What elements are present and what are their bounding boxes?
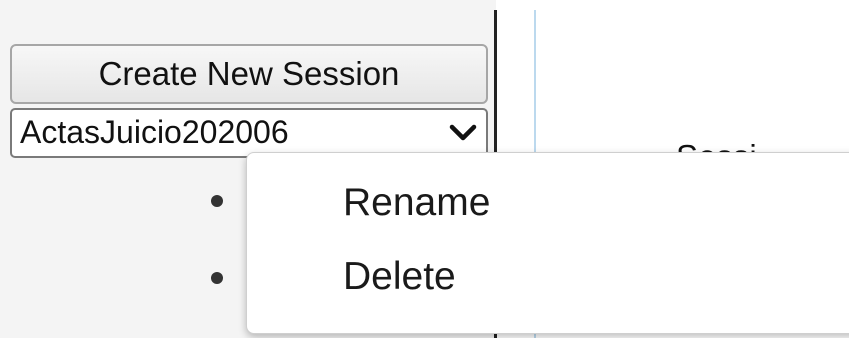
chevron-down-icon: [449, 124, 477, 141]
menu-item-rename[interactable]: Rename: [343, 183, 490, 222]
session-select-value: ActasJuicio202006: [20, 114, 289, 150]
create-new-session-button[interactable]: Create New Session: [10, 44, 488, 104]
session-select[interactable]: ActasJuicio202006: [10, 108, 488, 158]
menu-item-delete[interactable]: Delete: [343, 257, 456, 296]
context-menu: Rename Delete: [246, 152, 849, 334]
list-bullet: [211, 195, 223, 207]
list-bullet: [211, 272, 223, 284]
